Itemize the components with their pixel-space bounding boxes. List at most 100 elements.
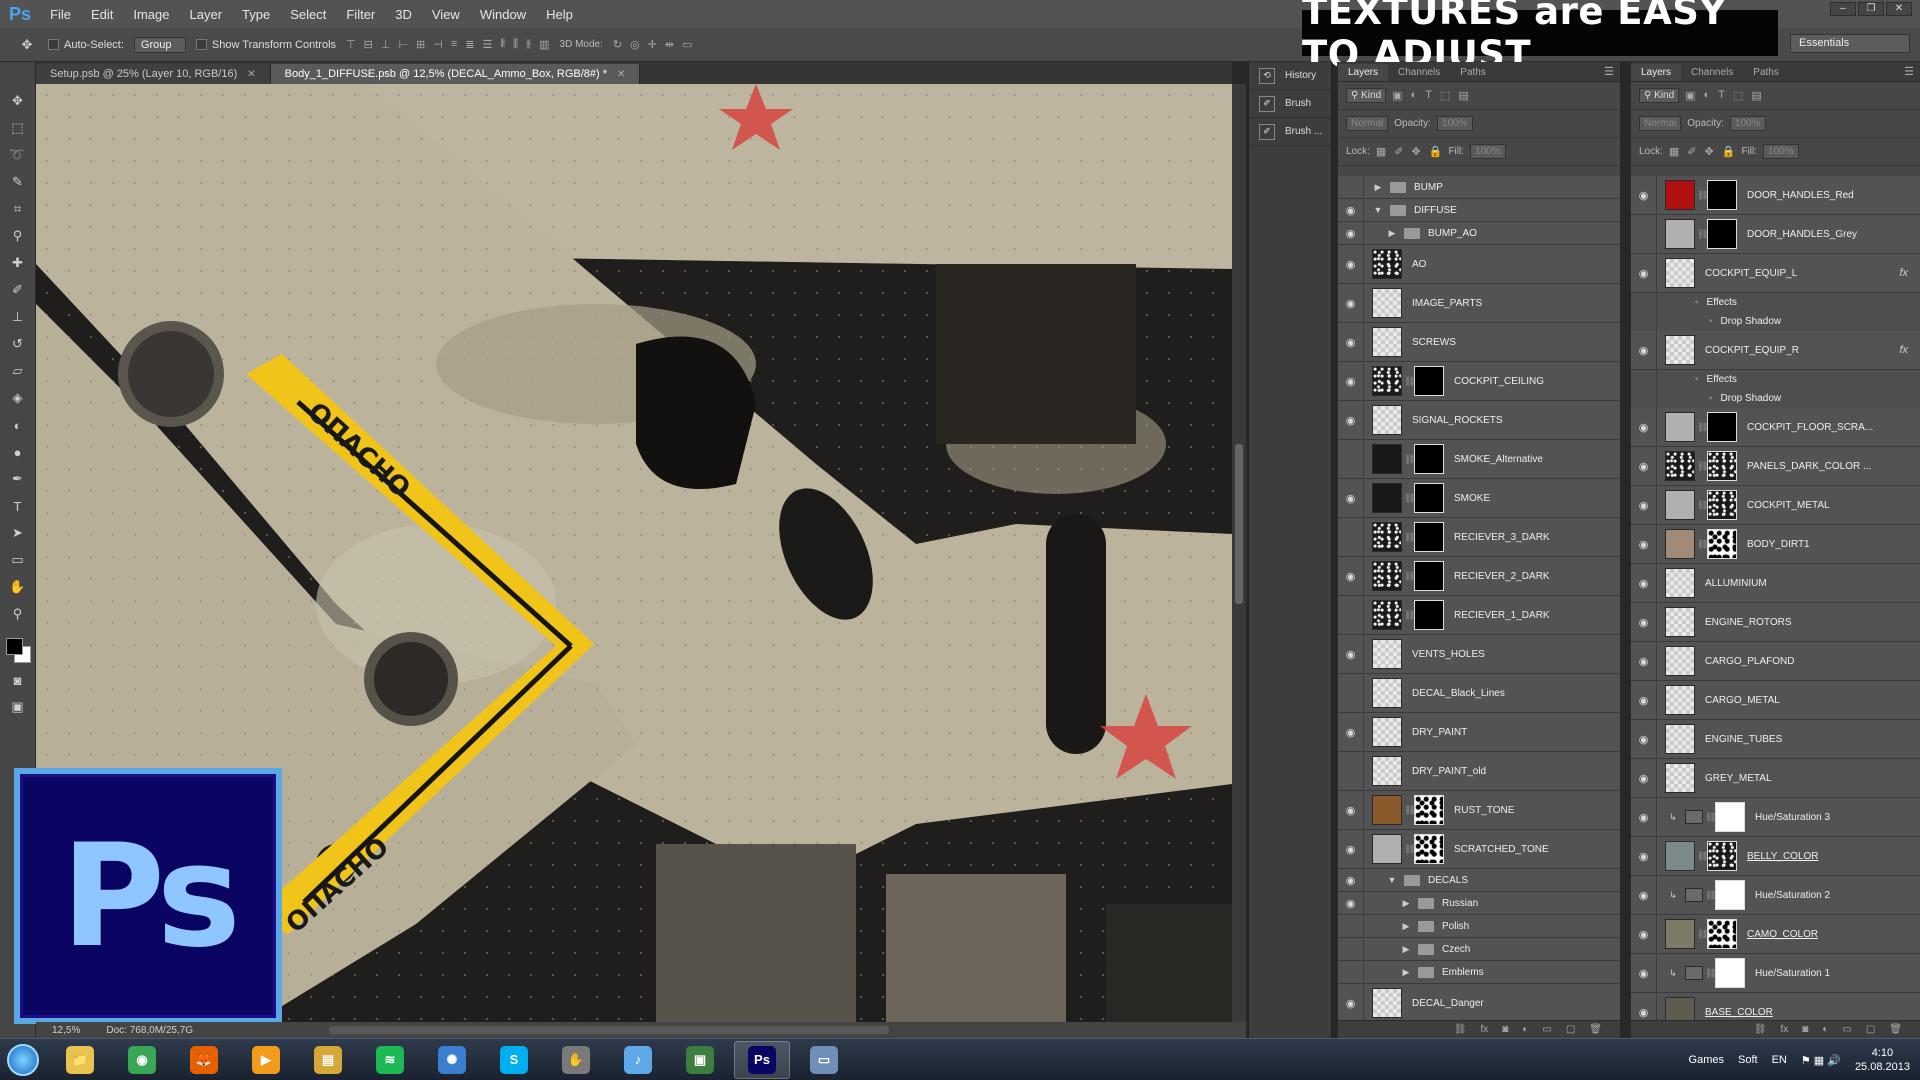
- zoom-level[interactable]: 12,5%: [52, 1025, 80, 1036]
- opacity-input[interactable]: 100%: [1729, 116, 1766, 131]
- hand-tool-icon[interactable]: ✋: [7, 576, 29, 598]
- visibility-eye-icon[interactable]: ◉: [1631, 447, 1657, 485]
- rotate-3d-icon[interactable]: ↻: [613, 38, 622, 51]
- tray-soft[interactable]: Soft: [1738, 1054, 1758, 1066]
- layer-thumbnail[interactable]: [1372, 600, 1402, 630]
- pen-tool-icon[interactable]: ✒: [7, 468, 29, 490]
- layer-smoke[interactable]: ◉ ⛓ SMOKE: [1338, 479, 1620, 518]
- visibility-eye-icon[interactable]: ◉: [1631, 603, 1657, 641]
- link-icon[interactable]: ⛓: [1404, 454, 1415, 465]
- visibility-eye-icon[interactable]: ◉: [1338, 222, 1364, 244]
- workspace-switcher[interactable]: Essentials: [1790, 34, 1910, 53]
- flag-icon[interactable]: ⚑: [1801, 1055, 1814, 1067]
- visibility-eye-icon[interactable]: ◉: [1338, 440, 1364, 478]
- chevron-right-icon[interactable]: ▶: [1400, 898, 1412, 909]
- filter-type-icon[interactable]: T: [1425, 89, 1432, 102]
- layer-mask-thumbnail[interactable]: [1414, 561, 1444, 591]
- visibility-eye-icon[interactable]: ◉: [1338, 869, 1364, 891]
- menu-filter[interactable]: Filter: [336, 7, 385, 22]
- tab-channels[interactable]: Channels: [1681, 64, 1743, 81]
- layer-engine-rotors[interactable]: ◉ ENGINE_ROTORS: [1631, 603, 1920, 642]
- link-icon[interactable]: ⛓: [1404, 376, 1415, 387]
- foreground-color[interactable]: [5, 638, 23, 655]
- layer-dry-paint[interactable]: ◉ DRY_PAINT: [1338, 713, 1620, 752]
- visibility-eye-icon[interactable]: ◉: [1631, 215, 1657, 253]
- layer-thumbnail[interactable]: [1372, 366, 1402, 396]
- collapsed-panel-brush[interactable]: ✐ Brush: [1249, 90, 1331, 118]
- layer-cockpit-ceiling[interactable]: ◉ ⛓ COCKPIT_CEILING: [1338, 362, 1620, 401]
- lock-transparent-icon[interactable]: ▦: [1669, 145, 1679, 158]
- taskbar-explorer[interactable]: 📁: [52, 1041, 108, 1079]
- close-icon[interactable]: ✕: [617, 69, 625, 80]
- screen-mode-icon[interactable]: ▣: [7, 696, 29, 718]
- chevron-right-icon[interactable]: ▶: [1386, 228, 1398, 239]
- visibility-eye-icon[interactable]: ◉: [1338, 176, 1364, 198]
- effect-eye-icon[interactable]: ◦: [1709, 316, 1713, 327]
- layer-panels-dark-color[interactable]: ◉ ⛓ PANELS_DARK_COLOR ...: [1631, 447, 1920, 486]
- eraser-tool-icon[interactable]: ▱: [7, 360, 29, 382]
- link-icon[interactable]: ⛓: [1404, 610, 1415, 621]
- tab-layers[interactable]: Layers: [1338, 64, 1389, 81]
- brush-tool-icon[interactable]: ✐: [7, 279, 29, 301]
- menu-layer[interactable]: Layer: [180, 7, 233, 22]
- visibility-eye-icon[interactable]: ◉: [1631, 798, 1657, 836]
- link-icon[interactable]: ⛓: [1404, 493, 1415, 504]
- visibility-eye-icon[interactable]: ◉: [1631, 486, 1657, 524]
- menu-3d[interactable]: 3D: [385, 7, 422, 22]
- layer-group-decals[interactable]: ◉ ▼ DECALS: [1338, 869, 1620, 892]
- layer-mask-thumbnail[interactable]: [1707, 219, 1737, 249]
- chevron-down-icon[interactable]: ▼: [1372, 205, 1384, 215]
- close-icon[interactable]: ✕: [247, 69, 255, 80]
- menu-help[interactable]: Help: [536, 7, 583, 22]
- visibility-eye-icon[interactable]: ◉: [1631, 525, 1657, 563]
- marquee-tool-icon[interactable]: ⬚: [7, 117, 29, 139]
- taskbar-chrome[interactable]: ◉: [114, 1041, 170, 1079]
- restore-button[interactable]: ❐: [1858, 2, 1884, 16]
- effect-eye-icon[interactable]: ◦: [1695, 297, 1699, 308]
- layer-image-parts[interactable]: ◉ IMAGE_PARTS: [1338, 284, 1620, 323]
- filter-smart-icon[interactable]: ▤: [1751, 89, 1761, 102]
- filter-pixel-icon[interactable]: ▣: [1685, 89, 1695, 102]
- layer-grey-metal[interactable]: ◉ GREY_METAL: [1631, 759, 1920, 798]
- layer-thumbnail[interactable]: [1665, 646, 1695, 676]
- taskbar-file-manager[interactable]: ▤: [300, 1041, 356, 1079]
- paint-bucket-icon[interactable]: ◈: [7, 387, 29, 409]
- taskbar-terminal[interactable]: ▣: [672, 1041, 728, 1079]
- layer-thumbnail[interactable]: [1665, 997, 1695, 1020]
- visibility-eye-icon[interactable]: ◉: [1338, 362, 1364, 400]
- adjustment-icon[interactable]: ◐: [1822, 1024, 1828, 1035]
- add-mask-icon[interactable]: ◙: [1802, 1024, 1808, 1035]
- link-icon[interactable]: ⛓: [1697, 929, 1708, 940]
- layer-camo-color[interactable]: ◉ ⛓ CAMO_COLOR: [1631, 915, 1920, 954]
- tab-paths[interactable]: Paths: [1743, 64, 1789, 81]
- visibility-eye-icon[interactable]: ◉: [1338, 596, 1364, 634]
- filter-smart-icon[interactable]: ▤: [1458, 89, 1468, 102]
- lasso-tool-icon[interactable]: ➰: [7, 144, 29, 166]
- filter-kind-dropdown[interactable]: ⚲ Kind: [1346, 88, 1387, 103]
- lock-pixels-icon[interactable]: ✐: [1394, 145, 1403, 158]
- collapsed-panel-history[interactable]: ⟲ History: [1249, 62, 1331, 90]
- taskbar-skype[interactable]: S: [486, 1041, 542, 1079]
- layer-reciever-2-dark[interactable]: ◉ ⛓ RECIEVER_2_DARK: [1338, 557, 1620, 596]
- layer-decal-black-lines[interactable]: ◉ DECAL_Black_Lines: [1338, 674, 1620, 713]
- crop-tool-icon[interactable]: ⌗: [7, 198, 29, 220]
- quick-mask-icon[interactable]: ◙: [7, 669, 29, 691]
- layer-thumbnail[interactable]: [1665, 180, 1695, 210]
- layer-screws[interactable]: ◉ SCREWS: [1338, 323, 1620, 362]
- show-transform-checkbox[interactable]: Show Transform Controls: [195, 39, 336, 51]
- chevron-right-icon[interactable]: ▶: [1400, 967, 1412, 978]
- menu-window[interactable]: Window: [470, 7, 536, 22]
- layer-thumbnail[interactable]: [1665, 841, 1695, 871]
- volume-icon[interactable]: 🔊: [1827, 1055, 1841, 1067]
- tab-channels[interactable]: Channels: [1388, 64, 1450, 81]
- minimize-button[interactable]: –: [1830, 2, 1856, 16]
- visibility-eye-icon[interactable]: ◉: [1338, 557, 1364, 595]
- layer-door-handles-grey[interactable]: ◉ ⛓ DOOR_HANDLES_Grey: [1631, 215, 1920, 254]
- visibility-eye-icon[interactable]: ◉: [1631, 720, 1657, 758]
- layer-group-czech[interactable]: ◉ ▶ Czech: [1338, 938, 1620, 961]
- visibility-eye-icon[interactable]: ◉: [1338, 245, 1364, 283]
- menu-view[interactable]: View: [422, 7, 470, 22]
- visibility-eye-icon[interactable]: ◉: [1631, 408, 1657, 446]
- distribute-center-icon[interactable]: ⫼: [513, 38, 518, 51]
- layer-ao[interactable]: ◉ AO: [1338, 245, 1620, 284]
